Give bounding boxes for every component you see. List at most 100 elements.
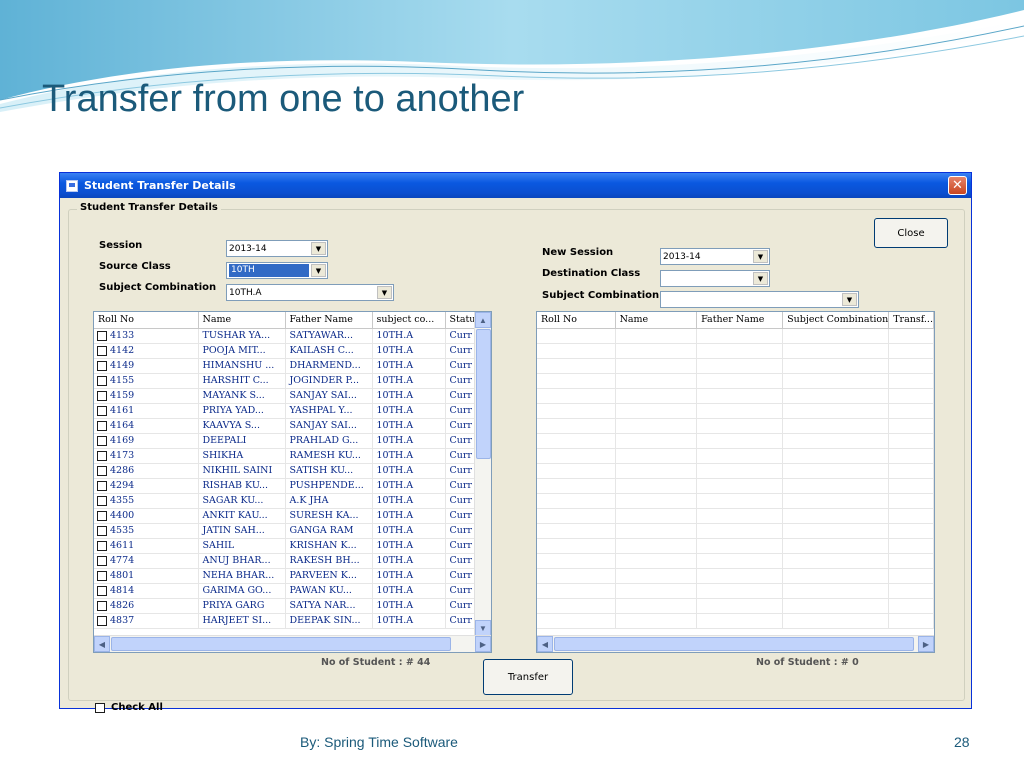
- col-subject-combination[interactable]: subject co...: [372, 312, 446, 329]
- transfer-button[interactable]: Transfer: [483, 659, 573, 695]
- table-row[interactable]: 4161 PRIYA YAD... YASHPAL Y... 10TH.A Curr: [94, 403, 477, 419]
- row-checkbox[interactable]: [97, 450, 107, 461]
- cell-subject-combination: 10TH.A: [372, 478, 446, 494]
- scroll-thumb[interactable]: [111, 637, 451, 651]
- row-checkbox[interactable]: [97, 495, 107, 506]
- roll-no-text: 4155: [110, 375, 135, 386]
- window-close-button[interactable]: ✕: [948, 176, 967, 195]
- table-row[interactable]: 4294 RISHAB KU... PUSHPENDE... 10TH.A Curr: [94, 478, 477, 494]
- table-row[interactable]: 4801 NEHA BHAR... PARVEEN K... 10TH.A Curr: [94, 568, 477, 584]
- table-row[interactable]: 4400 ANKIT KAU... SURESH KA... 10TH.A Curr: [94, 508, 477, 524]
- roll-no-text: 4294: [110, 480, 135, 491]
- cell-subject-combination: 10TH.A: [372, 343, 446, 359]
- col-roll-no[interactable]: Roll No: [537, 312, 616, 329]
- scroll-up-icon[interactable]: ▲: [475, 312, 491, 328]
- chevron-down-icon[interactable]: ▼: [377, 286, 392, 299]
- chevron-down-icon[interactable]: ▼: [753, 250, 768, 263]
- session-dropdown[interactable]: 2013-14 ▼: [226, 240, 328, 257]
- cell-name: SHIKHA: [198, 448, 286, 464]
- source-horizontal-scrollbar[interactable]: ◀ ▶: [94, 635, 491, 652]
- source-grid-header: Roll No Name Father Name subject co... S…: [94, 312, 477, 329]
- empty-cell: [696, 448, 784, 464]
- checkbox-icon[interactable]: [95, 702, 105, 713]
- row-checkbox[interactable]: [97, 345, 107, 356]
- table-row[interactable]: 4611 SAHIL KRISHAN K... 10TH.A Curr: [94, 538, 477, 554]
- table-row[interactable]: 4837 HARJEET SI... DEEPAK SIN... 10TH.A Curr: [94, 613, 477, 629]
- new-session-dropdown[interactable]: 2013-14 ▼: [660, 248, 770, 265]
- cell-name: SAHIL: [198, 538, 286, 554]
- row-checkbox[interactable]: [97, 465, 107, 476]
- empty-cell: [615, 598, 698, 614]
- source-vertical-scrollbar[interactable]: ▲ ▼: [474, 312, 491, 636]
- row-checkbox[interactable]: [97, 390, 107, 401]
- table-row[interactable]: 4814 GARIMA GO... PAWAN KU... 10TH.A Curr: [94, 583, 477, 599]
- empty-cell: [537, 583, 616, 599]
- chevron-down-icon[interactable]: ▼: [311, 264, 326, 277]
- source-class-dropdown[interactable]: 10TH ▼: [226, 262, 328, 279]
- col-father-name[interactable]: Father Name: [696, 312, 784, 329]
- cell-subject-combination: 10TH.A: [372, 328, 446, 344]
- empty-cell: [696, 553, 784, 569]
- chevron-down-icon[interactable]: ▼: [753, 272, 768, 285]
- row-checkbox[interactable]: [97, 570, 107, 581]
- col-roll-no[interactable]: Roll No: [94, 312, 199, 329]
- close-button[interactable]: Close: [874, 218, 948, 248]
- table-row[interactable]: 4155 HARSHIT C... JOGINDER P... 10TH.A Curr: [94, 373, 477, 389]
- col-name[interactable]: Name: [615, 312, 698, 329]
- row-checkbox[interactable]: [97, 510, 107, 521]
- window-titlebar[interactable]: Student Transfer Details ✕: [60, 173, 971, 198]
- table-row[interactable]: 4133 TUSHAR YA... SATYAWAR... 10TH.A Curr: [94, 328, 477, 344]
- row-checkbox[interactable]: [97, 330, 107, 341]
- table-row[interactable]: 4142 POOJA MIT... KAILASH C... 10TH.A Curr: [94, 343, 477, 359]
- chevron-down-icon[interactable]: ▼: [311, 242, 326, 255]
- row-checkbox[interactable]: [97, 585, 107, 596]
- destination-horizontal-scrollbar[interactable]: ◀ ▶: [537, 635, 934, 652]
- empty-row: [537, 343, 934, 359]
- subject-combination-dropdown[interactable]: 10TH.A ▼: [226, 284, 394, 301]
- row-checkbox[interactable]: [97, 480, 107, 491]
- table-row[interactable]: 4173 SHIKHA RAMESH KU... 10TH.A Curr: [94, 448, 477, 464]
- destination-class-dropdown[interactable]: ▼: [660, 270, 770, 287]
- table-row[interactable]: 4355 SAGAR KU... A.K JHA 10TH.A Curr: [94, 493, 477, 509]
- col-status[interactable]: Statu: [445, 312, 477, 329]
- row-checkbox[interactable]: [97, 540, 107, 551]
- table-row[interactable]: 4149 HIMANSHU ... DHARMEND... 10TH.A Curr: [94, 358, 477, 374]
- col-transfer[interactable]: Transf...: [888, 312, 934, 329]
- row-checkbox[interactable]: [97, 360, 107, 371]
- scroll-down-icon[interactable]: ▼: [475, 620, 491, 636]
- col-father-name[interactable]: Father Name: [285, 312, 373, 329]
- chevron-down-icon[interactable]: ▼: [842, 293, 857, 306]
- table-row[interactable]: 4826 PRIYA GARG SATYA NAR... 10TH.A Curr: [94, 598, 477, 614]
- row-checkbox[interactable]: [97, 555, 107, 566]
- scroll-left-icon[interactable]: ◀: [94, 636, 110, 652]
- destination-subject-dropdown[interactable]: ▼: [660, 291, 859, 308]
- row-checkbox[interactable]: [97, 525, 107, 536]
- table-row[interactable]: 4169 DEEPALI PRAHLAD G... 10TH.A Curr: [94, 433, 477, 449]
- table-row[interactable]: 4286 NIKHIL SAINI SATISH KU... 10TH.A Curr: [94, 463, 477, 479]
- row-checkbox[interactable]: [97, 405, 107, 416]
- empty-cell: [888, 343, 934, 359]
- row-checkbox[interactable]: [97, 615, 107, 626]
- cell-name: PRIYA GARG: [198, 598, 286, 614]
- table-row[interactable]: 4535 JATIN SAH... GANGA RAM 10TH.A Curr: [94, 523, 477, 539]
- scroll-right-icon[interactable]: ▶: [918, 636, 934, 652]
- row-checkbox[interactable]: [97, 600, 107, 611]
- row-checkbox[interactable]: [97, 435, 107, 446]
- check-all-checkbox[interactable]: Check All: [95, 702, 163, 713]
- col-name[interactable]: Name: [198, 312, 286, 329]
- scroll-thumb[interactable]: [476, 329, 491, 459]
- scroll-thumb[interactable]: [554, 637, 914, 651]
- empty-row: [537, 463, 934, 479]
- table-row[interactable]: 4159 MAYANK S... SANJAY SAI... 10TH.A Curr: [94, 388, 477, 404]
- source-student-grid[interactable]: Roll No Name Father Name subject co... S…: [93, 311, 492, 653]
- scroll-right-icon[interactable]: ▶: [475, 636, 491, 652]
- table-row[interactable]: 4164 KAAVYA S... SANJAY SAI... 10TH.A Curr: [94, 418, 477, 434]
- row-checkbox[interactable]: [97, 420, 107, 431]
- col-subject-combination[interactable]: Subject Combination: [782, 312, 890, 329]
- cell-father-name: SANJAY SAI...: [285, 418, 373, 434]
- cell-name: SAGAR KU...: [198, 493, 286, 509]
- scroll-left-icon[interactable]: ◀: [537, 636, 553, 652]
- row-checkbox[interactable]: [97, 375, 107, 386]
- table-row[interactable]: 4774 ANUJ BHAR... RAKESH BH... 10TH.A Curr: [94, 553, 477, 569]
- destination-student-grid[interactable]: Roll No Name Father Name Subject Combina…: [536, 311, 935, 653]
